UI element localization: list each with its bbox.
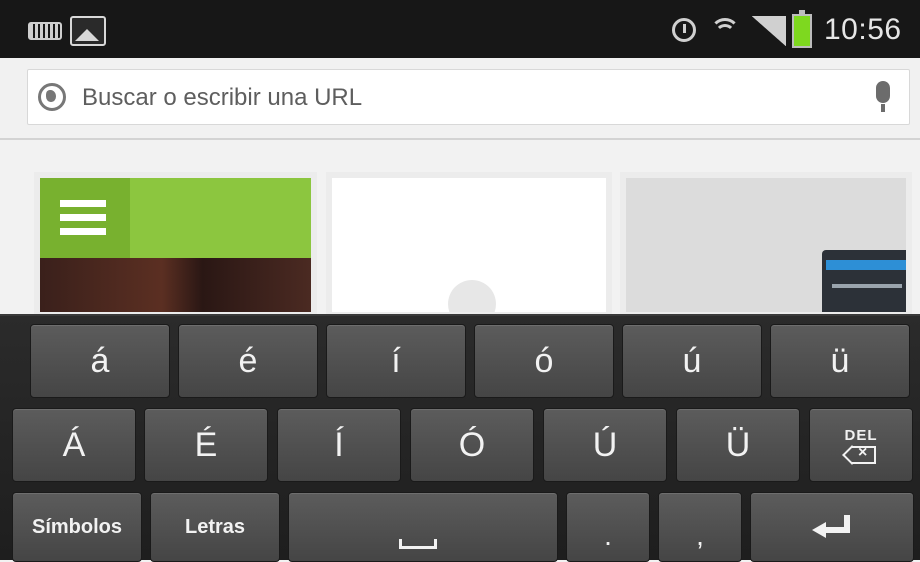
onscreen-keyboard: á é í ó ú ü Á É Í Ó Ú Ü DEL × Símbolos L… xyxy=(0,314,920,562)
key-a-acute[interactable]: á xyxy=(30,324,170,398)
key-o-acute[interactable]: ó xyxy=(474,324,614,398)
thumbnail-tile-2[interactable] xyxy=(326,172,612,318)
tile-card-line xyxy=(832,284,902,288)
globe-icon xyxy=(38,83,66,111)
key-e-acute-upper[interactable]: É xyxy=(144,408,268,482)
clock: 10:56 xyxy=(824,13,902,46)
url-input[interactable] xyxy=(80,70,864,126)
battery-icon xyxy=(792,10,812,48)
thumbnail-tile-3[interactable] xyxy=(620,172,912,318)
symbols-key[interactable]: Símbolos xyxy=(12,492,142,562)
tile-photo xyxy=(40,258,311,312)
hamburger-menu-icon xyxy=(40,178,130,258)
key-i-acute-upper[interactable]: Í xyxy=(277,408,401,482)
enter-key[interactable] xyxy=(750,492,914,562)
thumbnail-tile-1[interactable] xyxy=(34,172,317,318)
alarm-icon xyxy=(672,18,696,42)
backspace-icon: × xyxy=(844,444,878,464)
status-bar: 10:56 xyxy=(0,0,920,58)
keyboard-icon xyxy=(28,22,62,40)
wifi-icon xyxy=(708,14,742,48)
tile-screenshot-card xyxy=(822,250,906,312)
tile-card-header xyxy=(826,260,906,270)
period-key[interactable]: . xyxy=(566,492,650,562)
omnibox[interactable] xyxy=(27,69,910,126)
omnibox-area xyxy=(0,58,920,140)
space-bar-icon xyxy=(399,539,437,549)
key-u-diaeresis[interactable]: ü xyxy=(770,324,910,398)
key-u-diaeresis-upper[interactable]: Ü xyxy=(676,408,800,482)
delete-key[interactable]: DEL × xyxy=(809,408,913,482)
key-i-acute[interactable]: í xyxy=(326,324,466,398)
key-u-acute-upper[interactable]: Ú xyxy=(543,408,667,482)
microphone-icon[interactable] xyxy=(876,81,890,112)
letters-key[interactable]: Letras xyxy=(150,492,280,562)
enter-icon xyxy=(812,515,852,539)
key-e-acute[interactable]: é xyxy=(178,324,318,398)
image-icon xyxy=(70,16,106,46)
signal-icon xyxy=(752,16,786,46)
space-key[interactable] xyxy=(288,492,558,562)
key-o-acute-upper[interactable]: Ó xyxy=(410,408,534,482)
key-a-acute-upper[interactable]: Á xyxy=(12,408,136,482)
key-u-acute[interactable]: ú xyxy=(622,324,762,398)
delete-key-label: DEL × xyxy=(844,427,878,464)
tile-placeholder-circle xyxy=(448,280,496,312)
comma-key[interactable]: , xyxy=(658,492,742,562)
